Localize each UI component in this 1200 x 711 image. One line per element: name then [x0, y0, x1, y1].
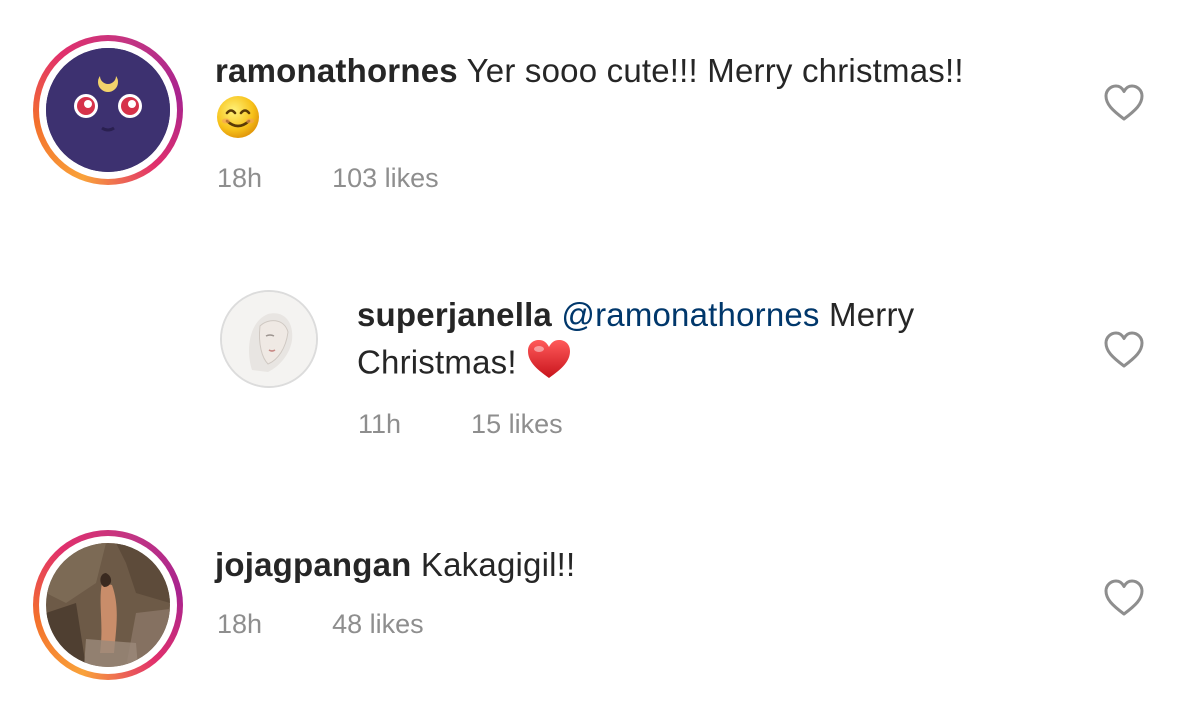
- comment-time[interactable]: 11h: [358, 409, 401, 440]
- heart-outline-icon: [1104, 331, 1144, 368]
- comment-username[interactable]: ramonathornes: [215, 52, 458, 89]
- comment-meta: 18h 103 likes: [217, 163, 439, 194]
- like-button[interactable]: [1103, 331, 1145, 369]
- comment-body: Merry: [829, 296, 915, 333]
- comment-body: Kakagigil!!: [420, 546, 576, 583]
- comment-item: jojagpangan Kakagigil!! 18h 48 likes: [0, 520, 1200, 711]
- like-button[interactable]: [1103, 84, 1145, 122]
- mention-link[interactable]: @ramonathornes: [561, 296, 819, 333]
- comment-meta: 18h 48 likes: [217, 609, 424, 640]
- avatar[interactable]: [33, 35, 183, 185]
- comment-text: ramonathornes Yer sooo cute!!! Merry chr…: [215, 48, 1075, 152]
- comment-body: Yer sooo cute!!! Merry christmas!!: [466, 52, 964, 89]
- comment-item: ramonathornes Yer sooo cute!!! Merry chr…: [0, 0, 1200, 220]
- smiling-face-icon: [215, 94, 261, 152]
- avatar-image: [222, 292, 316, 386]
- comment-likes[interactable]: 15 likes: [471, 409, 563, 440]
- comment-time[interactable]: 18h: [217, 609, 262, 640]
- heart-outline-icon: [1104, 579, 1144, 616]
- comment-likes[interactable]: 48 likes: [332, 609, 424, 640]
- avatar-image: [46, 48, 170, 172]
- avatar[interactable]: [33, 530, 183, 680]
- heart-outline-icon: [1104, 84, 1144, 121]
- comment-username[interactable]: superjanella: [357, 296, 552, 333]
- comment-body-continued: Christmas!: [357, 343, 517, 381]
- avatar-image: [46, 543, 170, 667]
- reply-item: superjanella @ramonathornes Merry Christ…: [0, 270, 1200, 470]
- comment-likes[interactable]: 103 likes: [332, 163, 439, 194]
- avatar[interactable]: [220, 290, 318, 388]
- like-button[interactable]: [1103, 579, 1145, 617]
- comment-time[interactable]: 18h: [217, 163, 262, 194]
- comment-text: jojagpangan Kakagigil!!: [215, 542, 1075, 588]
- comment-username[interactable]: jojagpangan: [215, 546, 412, 583]
- comment-text: superjanella @ramonathornes Merry Christ…: [357, 292, 1057, 392]
- comment-meta: 11h 15 likes: [358, 409, 563, 440]
- red-heart-icon: [526, 338, 572, 392]
